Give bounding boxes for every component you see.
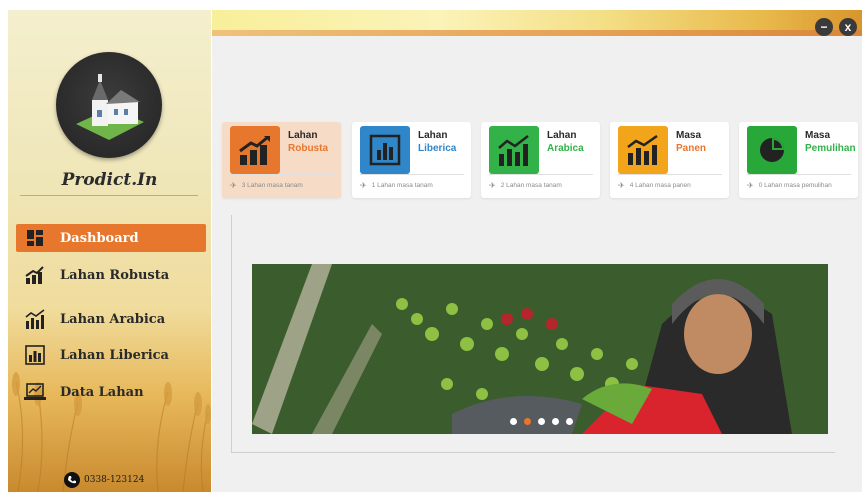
card-title: Lahan [418, 130, 448, 141]
card-footer: ✈ 0 Lahan masa pemulihan [747, 181, 832, 190]
card-subtitle: Panen [676, 143, 707, 154]
bar-chart-icon [24, 344, 46, 366]
card-title: Lahan [288, 130, 318, 141]
card-title: Masa [805, 130, 831, 141]
card-subtitle: Robusta [288, 143, 328, 154]
bar-growth-icon [489, 126, 539, 174]
sidebar-item-dashboard[interactable]: Dashboard [16, 224, 206, 252]
growth-chart-icon [24, 264, 46, 286]
bar-chart-icon [360, 126, 410, 174]
sidebar-item-label: Data Lahan [60, 384, 144, 400]
card-footer: ✈ 4 Lahan masa panen [618, 181, 691, 190]
pin-icon: ✈ [489, 181, 496, 190]
card-footer-label: 4 Lahan masa panen [629, 182, 691, 189]
card-lahan-liberica[interactable]: Lahan Liberica ✈ 1 Lahan masa tanam [352, 122, 471, 198]
card-footer: ✈ 2 Lahan masa tanam [489, 181, 562, 190]
growth-chart-icon [230, 126, 280, 174]
close-button[interactable]: x [839, 18, 857, 36]
slider-dot-4[interactable] [552, 418, 559, 425]
divider [618, 174, 722, 175]
card-footer: ✈ 1 Lahan masa tanam [360, 181, 433, 190]
divider [747, 174, 851, 175]
sidebar-item-label: Lahan Arabica [60, 311, 166, 327]
sidebar-item-lahan-robusta[interactable]: Lahan Robusta [16, 261, 206, 289]
image-slider[interactable] [252, 264, 828, 434]
slider-dot-1[interactable] [510, 418, 517, 425]
pin-icon: ✈ [230, 181, 237, 190]
sidebar: Prodict.In Dashboard Lahan Robusta Lahan… [8, 10, 211, 492]
pie-chart-icon [747, 126, 797, 174]
church-icon [76, 74, 144, 140]
sidebar-item-label: Lahan Liberica [60, 347, 169, 363]
card-masa-panen[interactable]: Masa Panen ✈ 4 Lahan masa panen [610, 122, 729, 198]
card-subtitle: Pemulihan [805, 143, 856, 154]
divider [489, 174, 593, 175]
card-subtitle: Arabica [547, 143, 584, 154]
phone-number: 0338-123124 [64, 472, 144, 488]
coffee-harvest-image [252, 264, 828, 434]
phone-label: 0338-123124 [84, 475, 145, 485]
card-title: Lahan [547, 130, 577, 141]
card-footer-label: 2 Lahan masa tanam [500, 182, 562, 189]
card-masa-pemulihan[interactable]: Masa Pemulihan ✈ 0 Lahan masa pemulihan [739, 122, 858, 198]
slider-dots [510, 418, 573, 425]
phone-icon [64, 472, 80, 488]
card-lahan-arabica[interactable]: Lahan Arabica ✈ 2 Lahan masa tanam [481, 122, 600, 198]
card-title: Masa [676, 130, 702, 141]
slider-dot-3[interactable] [538, 418, 545, 425]
sidebar-item-label: Dashboard [60, 230, 139, 246]
sidebar-item-lahan-arabica[interactable]: Lahan Arabica [16, 305, 206, 333]
pin-icon: ✈ [747, 181, 754, 190]
card-footer-label: 3 Lahan masa tanam [241, 182, 303, 189]
pin-icon: ✈ [360, 181, 367, 190]
slider-dot-5[interactable] [566, 418, 573, 425]
minimize-button[interactable]: − [815, 18, 833, 36]
card-footer-label: 1 Lahan masa tanam [371, 182, 433, 189]
divider [230, 174, 334, 175]
pin-icon: ✈ [618, 181, 625, 190]
logo [56, 52, 162, 158]
card-footer-label: 0 Lahan masa pemulihan [758, 182, 832, 189]
card-subtitle: Liberica [418, 143, 457, 154]
sidebar-item-lahan-liberica[interactable]: Lahan Liberica [16, 341, 206, 369]
app-window: Prodict.In Dashboard Lahan Robusta Lahan… [0, 0, 862, 492]
sidebar-item-label: Lahan Robusta [60, 267, 170, 283]
main-content: Lahan Robusta ✈ 3 Lahan masa tanam Lahan … [212, 36, 862, 492]
sidebar-item-data-lahan[interactable]: Data Lahan [16, 378, 206, 406]
brand-name: Prodict.In [61, 170, 158, 190]
bar-growth-icon [24, 308, 46, 330]
divider [360, 174, 464, 175]
slider-dot-2[interactable] [524, 418, 531, 425]
divider [20, 195, 198, 196]
card-lahan-robusta[interactable]: Lahan Robusta ✈ 3 Lahan masa tanam [222, 122, 341, 198]
laptop-chart-icon [24, 381, 46, 403]
dashboard-icon [24, 227, 46, 249]
hand-chart-icon [618, 126, 668, 174]
card-footer: ✈ 3 Lahan masa tanam [230, 181, 303, 190]
